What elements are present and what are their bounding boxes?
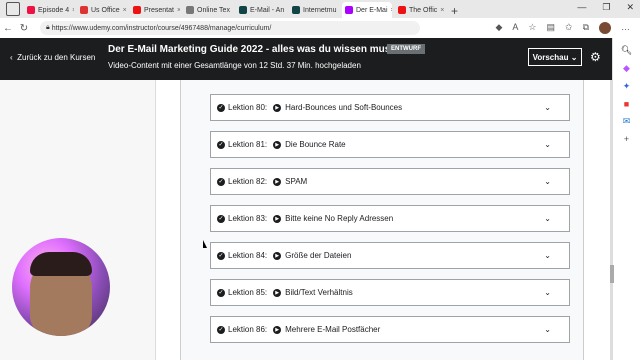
scrollbar[interactable] [610, 80, 612, 360]
new-tab-button[interactable]: + [451, 4, 458, 18]
tab-episode[interactable]: Episode 4× [24, 2, 74, 18]
minimize-button[interactable]: — [577, 2, 586, 13]
check-icon: ✓ [217, 214, 225, 223]
collections-icon[interactable]: ⧉ [583, 22, 589, 34]
collections-icon[interactable]: ▤ [547, 22, 556, 34]
course-subtitle: Video-Content mit einer Gesamtlänge von … [108, 61, 361, 70]
play-icon: ▶ [273, 251, 282, 260]
youtube-icon [27, 6, 35, 14]
tab-the-office[interactable]: The Offic × [395, 2, 445, 18]
page-title: Der E-Mail Marketing Guide 2022 - alles … [108, 44, 400, 55]
search-icon[interactable]: 🔍︎ [613, 45, 640, 56]
close-icon[interactable]: × [391, 7, 392, 14]
lock-icon: 🔒︎ [46, 24, 50, 31]
chevron-down-icon[interactable]: ⌄ [544, 177, 551, 186]
address-bar-row: ← ↻ 🔒︎ https://www.udemy.com/instructor/… [0, 18, 640, 38]
read-aloud-icon[interactable]: A [512, 22, 518, 34]
tab-actions-button[interactable] [6, 2, 20, 16]
webcam-overlay [12, 238, 110, 336]
more-options-icon[interactable]: … [621, 22, 630, 34]
tab-email[interactable]: E-Mail - An× [236, 2, 286, 18]
play-icon: ▶ [273, 177, 282, 186]
add-icon[interactable]: + [613, 134, 640, 144]
tab-us-office[interactable]: Us Office × [77, 2, 127, 18]
lecture-80[interactable]: ✓ Lektion 80: ▶ Hard-Bounces und Soft-Bounc… [210, 94, 570, 121]
close-icon[interactable]: × [177, 7, 180, 14]
extension-icon[interactable]: ◆ [495, 22, 502, 34]
chevron-down-icon[interactable]: ⌄ [544, 325, 551, 334]
url-field[interactable]: 🔒︎ https://www.udemy.com/instructor/cour… [40, 21, 420, 35]
play-icon: ▶ [273, 214, 282, 223]
preview-button[interactable]: Vorschau ⌄ [528, 48, 582, 66]
office-icon[interactable]: ■ [613, 99, 640, 109]
outlook-icon[interactable]: ✉ [613, 116, 640, 127]
chevron-down-icon[interactable]: ⌄ [544, 251, 551, 260]
check-icon: ✓ [217, 288, 225, 297]
play-icon: ▶ [273, 288, 282, 297]
gear-icon[interactable]: ⚙ [590, 50, 601, 64]
tab-online-text[interactable]: Online Tex× [183, 2, 233, 18]
check-icon: ✓ [217, 177, 225, 186]
play-icon: ▶ [273, 325, 282, 334]
check-icon: ✓ [217, 103, 225, 112]
profile-avatar[interactable] [599, 22, 611, 34]
check-icon: ✓ [217, 140, 225, 149]
lecture-84[interactable]: ✓ Lektion 84: ▶ Größe der Dateien ⌄ [210, 242, 570, 269]
lecture-86[interactable]: ✓ Lektion 86: ▶ Mehrere E-Mail Postfächer ⌄ [210, 316, 570, 343]
chevron-down-icon: ⌄ [570, 52, 578, 62]
udemy-icon [345, 6, 353, 14]
favorites-bar-icon[interactable]: ✩ [565, 22, 573, 34]
document-icon [186, 6, 194, 14]
office-icon [80, 6, 88, 14]
tab-internet[interactable]: Internetmu× [289, 2, 339, 18]
office-icon [398, 6, 406, 14]
check-icon: ✓ [217, 325, 225, 334]
tab-der-email[interactable]: Der E-Mai× [342, 2, 392, 18]
play-icon: ▶ [273, 103, 282, 112]
tab-presentation[interactable]: Presentat × [130, 2, 180, 18]
draft-badge: ENTWURF [387, 44, 425, 54]
favorite-icon[interactable]: ☆ [528, 22, 536, 34]
course-header: ‹ Zurück zu den Kursen Der E-Mail Market… [0, 38, 612, 80]
presentation-icon [133, 6, 141, 14]
back-arrow-icon[interactable]: ← [0, 23, 16, 34]
chevron-down-icon[interactable]: ⌄ [544, 140, 551, 149]
email-icon [239, 6, 247, 14]
games-icon[interactable]: ✦ [613, 81, 640, 92]
close-icon[interactable]: × [440, 7, 444, 14]
email-icon [292, 6, 300, 14]
window-controls: — ❐ ✕ [577, 2, 634, 13]
close-window-button[interactable]: ✕ [626, 2, 634, 13]
scrollbar-thumb[interactable] [610, 265, 614, 283]
lecture-82[interactable]: ✓ Lektion 82: ▶ SPAM ⌄ [210, 168, 570, 195]
presenter-hair [30, 252, 92, 276]
check-icon: ✓ [217, 251, 225, 260]
close-icon[interactable]: × [72, 7, 74, 14]
maximize-button[interactable]: ❐ [602, 2, 610, 13]
edge-sidebar: 🔍︎ ◆ ✦ ■ ✉ + [612, 38, 640, 360]
play-icon: ▶ [273, 140, 282, 149]
chevron-down-icon[interactable]: ⌄ [544, 103, 551, 112]
chevron-down-icon[interactable]: ⌄ [544, 288, 551, 297]
refresh-icon[interactable]: ↻ [16, 23, 32, 34]
shopping-icon[interactable]: ◆ [613, 63, 640, 74]
back-to-courses-link[interactable]: ‹ Zurück zu den Kursen [10, 53, 95, 62]
browser-tab-strip: Episode 4× Us Office× Presentat× Online … [0, 0, 640, 18]
lecture-85[interactable]: ✓ Lektion 85: ▶ Bild/Text Verhältnis ⌄ [210, 279, 570, 306]
close-icon[interactable]: × [123, 7, 127, 14]
mouse-cursor [203, 240, 207, 248]
lecture-83[interactable]: ✓ Lektion 83: ▶ Bitte keine No Reply Adress… [210, 205, 570, 232]
lecture-81[interactable]: ✓ Lektion 81: ▶ Die Bounce Rate ⌄ [210, 131, 570, 158]
chevron-down-icon[interactable]: ⌄ [544, 214, 551, 223]
